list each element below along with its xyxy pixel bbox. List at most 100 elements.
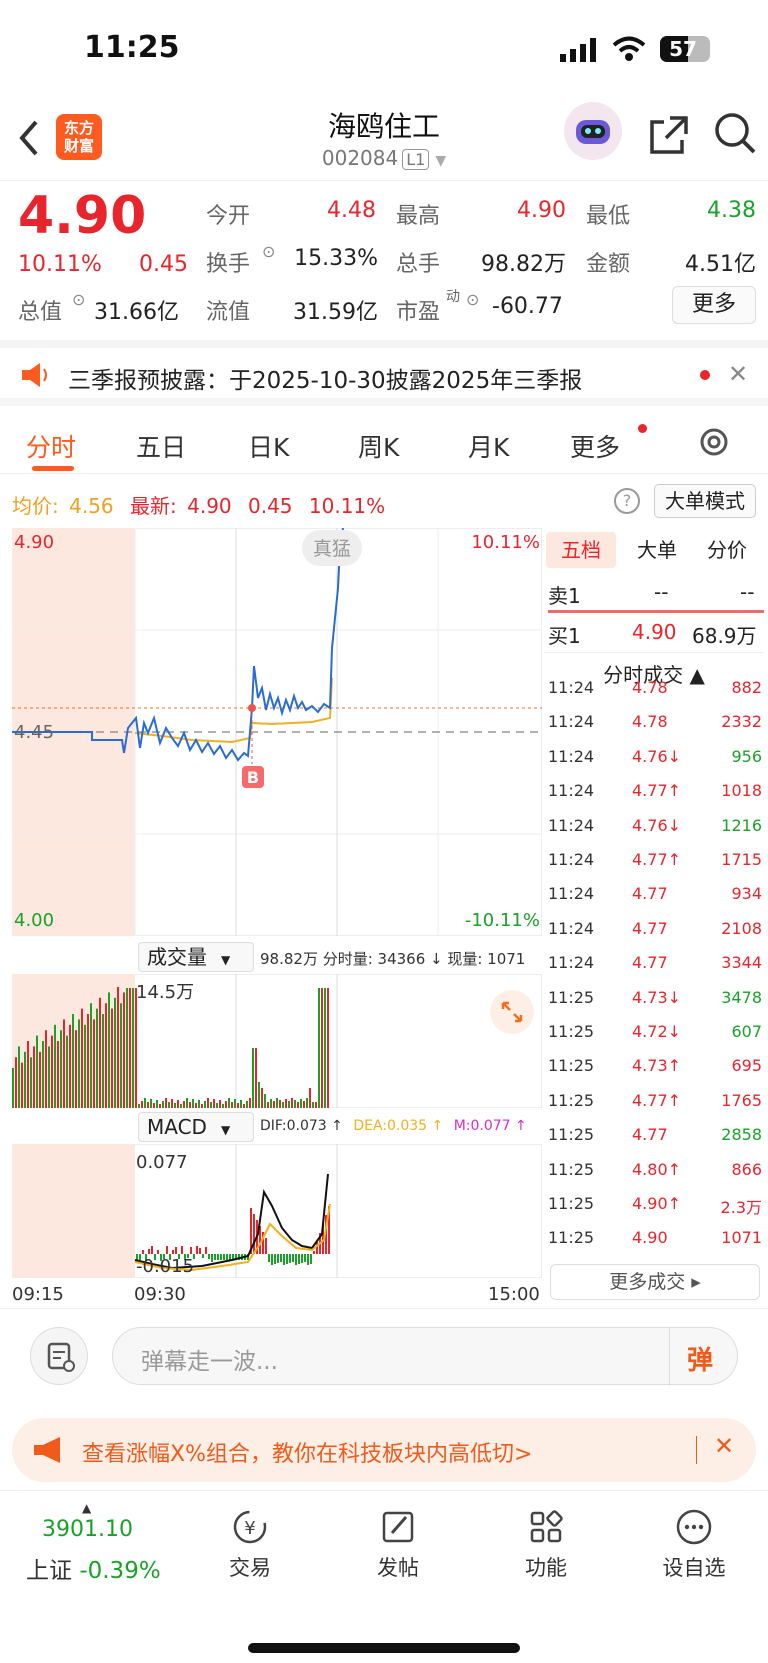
tab-more[interactable]: 更多 [570,428,620,464]
macd-bar [196,1246,198,1254]
macd-bar [286,1254,288,1264]
home-indicator [248,1643,520,1653]
nav-post[interactable]: 发帖 [348,1507,448,1582]
nav-add-watchlist[interactable]: 设自选 [644,1507,744,1582]
level-badge: L1 [402,149,430,170]
volume-bar [276,1098,278,1108]
tab-big-order[interactable]: 大单 [622,532,692,568]
latest-value: 4.90 [187,494,232,518]
tab-daily-k[interactable]: 日K [248,428,289,464]
tab-level5[interactable]: 五档 [546,532,616,568]
info-icon[interactable]: ⊙ [262,242,275,261]
nav-post-label: 发帖 [377,1556,419,1580]
big-order-mode-button[interactable]: 大单模式 [654,484,756,518]
tick-volume: 2108 [721,918,762,938]
tick-row: 11:24 4.77 2108 [548,919,762,953]
tab-more-dot [638,424,647,433]
active-tab-indicator [32,466,74,471]
notes-icon[interactable] [30,1327,88,1385]
tab-price-distribution[interactable]: 分价 [692,532,762,568]
info-icon[interactable]: ⊙ [466,290,479,309]
macd-bar [268,1254,270,1262]
help-icon[interactable]: ? [614,488,640,514]
tick-time: 11:24 [548,815,595,835]
volume-bar [174,1103,176,1108]
close-icon[interactable]: ✕ [728,360,748,388]
danmaku-button[interactable]: 弹 [687,1340,713,1377]
more-ticks-button[interactable]: 更多成交 ▸ [550,1264,760,1300]
share-icon[interactable] [648,114,690,160]
volume-bar [123,992,125,1108]
sell1-label: 卖1 [548,584,581,608]
info-icon[interactable]: ⊙ [72,290,85,309]
volume-bar [12,1068,14,1108]
tick-volume: 1765 [721,1090,762,1110]
volume-bar [261,1088,263,1108]
pct-min-label: -10.11% [465,910,540,931]
volume-bar [255,1048,257,1108]
search-icon[interactable] [712,110,758,160]
intraday-chart[interactable]: B 真猛 4.90 4.45 4.00 10.11% -10.11% [12,528,542,936]
tab-weekly-k[interactable]: 周K [358,428,399,464]
macd-selector[interactable]: MACD ▼ [138,1112,254,1142]
volume-bar [27,1041,29,1108]
volume-bar [81,1008,83,1108]
speaker-icon [20,362,50,392]
tick-time: 11:25 [548,1228,595,1248]
volume-bar [321,988,323,1108]
tab-monthly-k[interactable]: 月K [468,428,509,464]
tick-time: 11:24 [548,918,595,938]
promo-divider [696,1436,697,1464]
nav-add-watchlist-label: 设自选 [662,1556,726,1580]
signal-icon [560,38,600,62]
tick-row: 11:25 4.72↓ 607 [548,1022,762,1056]
volume-bar [111,1008,113,1108]
tick-volume: 866 [731,1159,762,1179]
volume-bar [63,1019,65,1108]
robot-avatar-icon[interactable] [564,102,622,160]
pe-superscript: 动 [446,289,460,305]
status-time: 11:25 [84,30,180,65]
macd-bar [283,1254,285,1265]
notice-bar[interactable]: 三季报预披露：于2025-10-30披露2025年三季报 ✕ [0,340,768,406]
close-icon[interactable]: ✕ [714,1432,734,1460]
macd-info: DIF:0.073 ↑ DEA:0.035 ↑ M:0.077 ↑ [260,1118,527,1134]
volume-bar [72,1014,74,1108]
tick-row: 11:25 4.90 1071 [548,1228,762,1262]
grid-icon [530,1510,563,1543]
volume-bar [105,1003,107,1108]
macd-bar [208,1254,210,1259]
volume-bar [108,992,110,1108]
tick-row: 11:25 4.90↑ 2.3万 [548,1194,762,1228]
macd-bar [277,1254,279,1263]
expand-icon[interactable] [490,990,534,1034]
volume-bar [39,1051,41,1108]
tick-row: 11:24 4.77 934 [548,884,762,918]
volume-chart: 14.5万 [12,974,542,1108]
volume-bar [327,988,329,1108]
tick-price: 4.90↑ [632,1194,682,1213]
volume-bar [162,1101,164,1108]
amount-value: 4.51亿 [685,252,756,277]
tab-intraday[interactable]: 分时 [26,428,76,464]
sell1-volume: -- [740,580,755,604]
comment-input[interactable]: 弹幕走一波... 弹 [112,1327,738,1386]
tick-time: 11:24 [548,781,595,801]
volume-title: 成交量 [147,945,207,969]
volume-bar [135,988,137,1108]
battery-level: 57 [669,37,697,61]
more-button[interactable]: 更多 [672,286,756,324]
volume-bar [150,1099,152,1108]
status-bar: 11:25 57 [0,0,768,100]
settings-gear-icon[interactable] [696,424,732,464]
promo-banner[interactable]: 查看涨幅X%组合，教你在科技板块内高低切> ✕ [12,1418,756,1482]
macd-bar [226,1254,228,1260]
nav-function[interactable]: 功能 [496,1507,596,1582]
volume-bar [159,1104,161,1108]
tab-five-day[interactable]: 五日 [136,428,186,464]
nav-trade[interactable]: ¥ 交易 [200,1507,300,1582]
volume-selector[interactable]: 成交量 ▼ [138,942,254,972]
volume-bar [279,1100,281,1108]
volume-bar [126,988,128,1108]
mcap-label: 总值 [18,300,63,325]
